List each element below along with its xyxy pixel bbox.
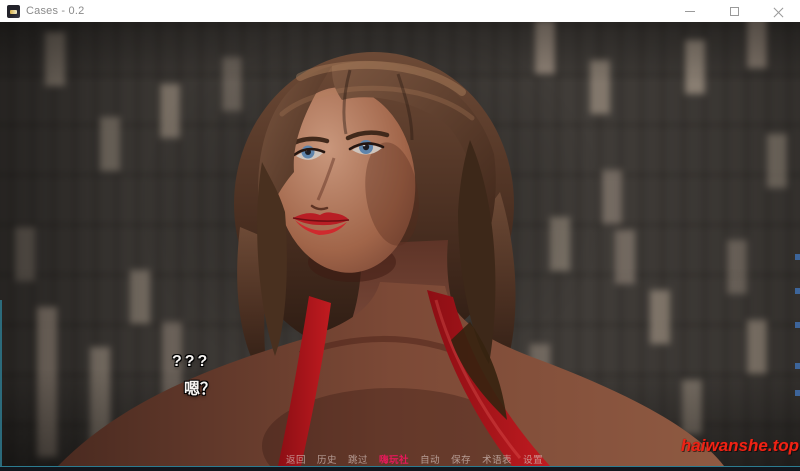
edge-tile-dot <box>795 322 800 328</box>
close-icon <box>773 6 784 17</box>
title-bar: Cases - 0.2 <box>0 0 800 22</box>
edge-tile-dot <box>795 363 800 369</box>
minimize-button[interactable] <box>668 0 712 22</box>
maximize-icon <box>729 6 739 16</box>
quickmenu-settings[interactable]: 设置 <box>523 452 543 466</box>
quick-menu: 返回 历史 跳过 嗨玩社 自动 保存 术语表 设置 <box>286 452 543 466</box>
game-viewport[interactable]: ??? 嗯？ 返回 历史 跳过 嗨玩社 自动 保存 术语表 设置 haiwans… <box>0 22 800 466</box>
quickmenu-glossary[interactable]: 术语表 <box>482 452 512 466</box>
minimize-icon <box>685 10 695 12</box>
edge-tile-dot <box>795 390 800 396</box>
quickmenu-history[interactable]: 历史 <box>317 452 337 466</box>
quickmenu-save[interactable]: 保存 <box>451 452 471 466</box>
quickmenu-back[interactable]: 返回 <box>286 452 306 466</box>
dialogue-speaker: ??? <box>172 353 211 370</box>
quickmenu-skip[interactable]: 跳过 <box>348 452 368 466</box>
window-controls <box>668 0 800 22</box>
close-button[interactable] <box>756 0 800 22</box>
character-portrait <box>58 52 724 466</box>
dialogue-text: 嗯？ <box>184 381 217 398</box>
app-window: Cases - 0.2 ??? 嗯？ 返回 历史 跳过 嗨玩社 自动 保存 术语… <box>0 0 800 471</box>
taskbar-edge <box>0 466 800 471</box>
quickmenu-auto[interactable]: 自动 <box>420 452 440 466</box>
site-watermark: haiwanshe.top <box>680 436 799 455</box>
quickmenu-haiwanshe[interactable]: 嗨玩社 <box>379 452 409 466</box>
maximize-button[interactable] <box>712 0 756 22</box>
edge-tile-dot <box>795 288 800 294</box>
app-icon <box>7 4 20 18</box>
left-edge-line <box>0 300 2 466</box>
window-title: Cases - 0.2 <box>26 5 85 17</box>
edge-tile-dot <box>795 254 800 260</box>
